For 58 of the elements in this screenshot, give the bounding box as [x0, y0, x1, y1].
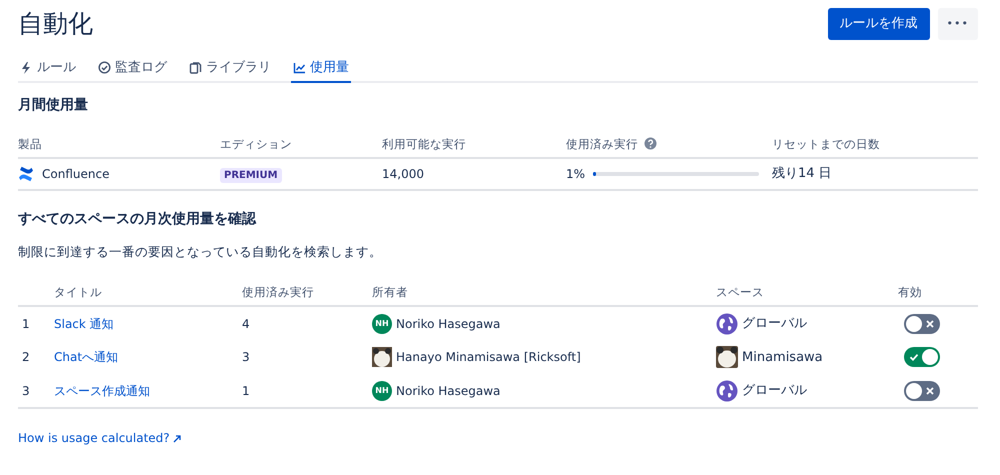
owner-name: Noriko Hasegawa — [396, 382, 500, 400]
edition-lozenge: PREMIUM — [220, 168, 282, 183]
column-header: 有効 — [898, 285, 922, 300]
avatar: NH — [372, 380, 392, 401]
owner-name: Hanayo Minamisawa [Ricksoft] — [396, 349, 581, 366]
space-name: グローバル — [742, 382, 807, 400]
rule-link[interactable]: Chatへ通知 — [54, 350, 118, 364]
tab[interactable]: 使用量 — [291, 54, 351, 83]
usage-count: 3 — [242, 350, 250, 364]
rule-link[interactable]: Slack 通知 — [54, 316, 114, 331]
space-name: グローバル — [742, 315, 807, 334]
rule-link[interactable]: スペース作成通知 — [54, 384, 150, 398]
column-header: 使用済み実行 — [566, 136, 638, 151]
usage-percent: 1% — [566, 166, 586, 183]
toggle-switch[interactable] — [904, 314, 940, 334]
product-name: Confluence — [42, 166, 110, 183]
column-header: タイトル — [54, 285, 102, 300]
tab[interactable]: 監査ログ — [96, 54, 169, 83]
column-header: 利用可能な実行 — [382, 136, 466, 151]
row-number: 2 — [22, 350, 30, 364]
check-circle-icon — [98, 60, 111, 74]
column-header: エディション — [220, 136, 292, 151]
description-text: 制限に到達する一番の要因となっている自動化を検索します。 — [18, 243, 383, 262]
tab[interactable]: ライブラリ — [187, 54, 273, 83]
external-link-icon — [172, 435, 181, 444]
avatar: NH — [372, 314, 392, 334]
column-header: 製品 — [18, 136, 42, 151]
column-header: リセットまでの日数 — [772, 136, 880, 151]
close-icon — [926, 320, 934, 328]
column-header: 使用済み実行 — [242, 285, 314, 300]
row-number: 3 — [22, 384, 30, 398]
globe-icon — [716, 380, 738, 402]
days-left: 残り14 日 — [772, 166, 832, 182]
more-button[interactable]: ••• — [938, 8, 978, 40]
usage-count: 4 — [242, 316, 250, 331]
copy-icon — [189, 60, 202, 74]
close-icon — [926, 386, 934, 395]
column-header: 所有者 — [372, 285, 408, 300]
space-name: Minamisawa — [742, 348, 823, 367]
check-icon — [909, 352, 919, 362]
confluence-logo-icon — [18, 166, 34, 182]
bolt-icon — [20, 60, 33, 74]
help-link[interactable]: How is usage calculated? — [18, 431, 181, 446]
globe-icon — [716, 312, 738, 335]
available-runs: 14,000 — [382, 166, 424, 181]
chart-icon — [293, 60, 306, 74]
column-header: スペース — [716, 285, 764, 300]
help-icon — [644, 136, 657, 150]
usage-count: 1 — [242, 384, 250, 398]
tab[interactable]: ルール — [18, 54, 78, 83]
owner-name: Noriko Hasegawa — [396, 316, 500, 333]
create-rule-button[interactable]: ルールを作成 — [828, 8, 930, 40]
toggle-switch[interactable] — [904, 347, 940, 368]
page-title: 自動化 — [18, 8, 93, 39]
section-heading: 月間使用量 — [18, 97, 89, 114]
toggle-switch[interactable] — [904, 380, 940, 401]
section-heading: すべてのスペースの月次使用量を確認 — [18, 210, 258, 228]
row-number: 1 — [22, 316, 30, 331]
